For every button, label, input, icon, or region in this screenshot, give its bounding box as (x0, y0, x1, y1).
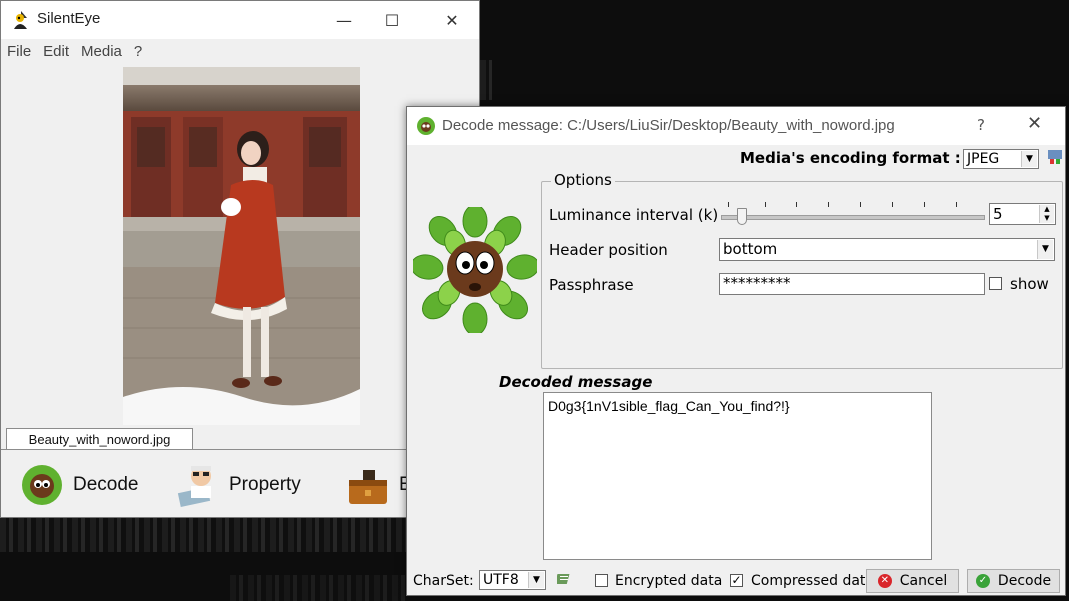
options-title: Options (551, 171, 615, 189)
charset-label: CharSet: (413, 573, 474, 589)
encode-tool-button[interactable]: E (345, 461, 412, 509)
slider-tick (956, 202, 957, 207)
slider-tick (765, 202, 766, 207)
decode-button[interactable]: ✓ Decode (967, 569, 1060, 593)
slider-tick (860, 202, 861, 207)
chevron-down-icon: ▼ (1037, 240, 1053, 259)
slider-tick (828, 202, 829, 207)
menu-media[interactable]: Media (81, 43, 122, 60)
slider-tick (892, 202, 893, 207)
menu-bar: File Edit Media ? (1, 39, 479, 63)
chevron-down-icon: ▼ (528, 572, 544, 588)
main-titlebar[interactable]: SilentEye — ☐ ✕ (1, 1, 479, 39)
dialog-title: Decode message: C:/Users/LiuSir/Desktop/… (442, 117, 895, 134)
charset-value: UTF8 (483, 572, 519, 588)
decode-icon: ✓ (975, 574, 990, 588)
maximize-icon[interactable]: ☐ (369, 1, 415, 39)
menu-edit[interactable]: Edit (43, 43, 69, 60)
cancel-button-label: Cancel (899, 573, 948, 589)
encrypted-data-label: Encrypted data (615, 573, 723, 589)
format-value: JPEG (967, 151, 1000, 167)
passphrase-label: Passphrase (549, 276, 634, 294)
window-title: SilentEye (37, 10, 101, 27)
property-icon (177, 466, 211, 507)
plugin-icon[interactable] (1047, 149, 1063, 165)
decode-tool-button[interactable]: Decode (19, 461, 139, 509)
format-select[interactable]: JPEG ▼ (963, 149, 1039, 169)
slider-tick (924, 202, 925, 207)
decoded-message-label: Decoded message (499, 373, 653, 391)
chevron-down-icon: ▼ (1021, 151, 1037, 167)
compressed-data-label: Compressed dat (751, 573, 866, 589)
spin-arrows-icon[interactable]: ▲ ▼ (1039, 205, 1054, 223)
charset-edit-icon[interactable] (557, 572, 571, 586)
mascot-small-icon (22, 465, 62, 505)
header-position-value: bottom (723, 240, 778, 258)
dialog-close-icon[interactable]: ✕ (1027, 113, 1042, 134)
menu-help[interactable]: ? (134, 43, 142, 60)
charset-select[interactable]: UTF8 ▼ (479, 570, 546, 590)
header-position-label: Header position (549, 241, 668, 259)
decode-button-label: Decode (997, 573, 1052, 589)
mascot-icon (413, 207, 537, 333)
help-button[interactable]: ? (977, 116, 985, 134)
cancel-button[interactable]: ✕ Cancel (866, 569, 959, 593)
passphrase-input[interactable]: ********* (719, 273, 985, 295)
cancel-icon: ✕ (877, 574, 892, 588)
app-icon (14, 11, 27, 29)
passphrase-value: ********* (723, 274, 791, 292)
slider-tick (796, 202, 797, 207)
luminance-slider-track[interactable] (721, 215, 985, 220)
luminance-value: 5 (993, 205, 1003, 223)
minimize-icon[interactable]: — (321, 1, 367, 39)
decoded-message-text: D0g3{1nV1sible_flag_Can_You_find?!} (548, 398, 790, 414)
decode-dialog: Decode message: C:/Users/LiuSir/Desktop/… (406, 106, 1066, 596)
compressed-data-checkbox[interactable]: ✓ (730, 574, 743, 587)
header-position-select[interactable]: bottom ▼ (719, 238, 1055, 261)
encode-icon (349, 470, 387, 504)
dialog-mascot-icon (417, 117, 435, 135)
property-tool-label: Property (229, 474, 301, 495)
dialog-titlebar[interactable]: Decode message: C:/Users/LiuSir/Desktop/… (407, 107, 1065, 145)
show-passphrase-checkbox[interactable] (989, 277, 1002, 290)
decoded-message-textarea[interactable]: D0g3{1nV1sible_flag_Can_You_find?!} (543, 392, 932, 560)
menu-file[interactable]: File (7, 43, 31, 60)
show-passphrase-label: show (1010, 275, 1049, 293)
property-tool-button[interactable]: Property (175, 461, 301, 509)
preview-photo (123, 67, 360, 425)
file-tab[interactable]: Beauty_with_noword.jpg (6, 428, 193, 450)
luminance-slider-handle[interactable] (737, 208, 747, 225)
luminance-spinbox[interactable]: 5 ▲ ▼ (989, 203, 1056, 225)
close-icon[interactable]: ✕ (429, 1, 475, 39)
image-preview[interactable] (123, 67, 360, 425)
decode-tool-label: Decode (73, 474, 139, 495)
format-label: Media's encoding format : (740, 149, 961, 167)
slider-tick (728, 202, 729, 207)
luminance-label: Luminance interval (k) (549, 206, 719, 224)
encrypted-data-checkbox[interactable] (595, 574, 608, 587)
